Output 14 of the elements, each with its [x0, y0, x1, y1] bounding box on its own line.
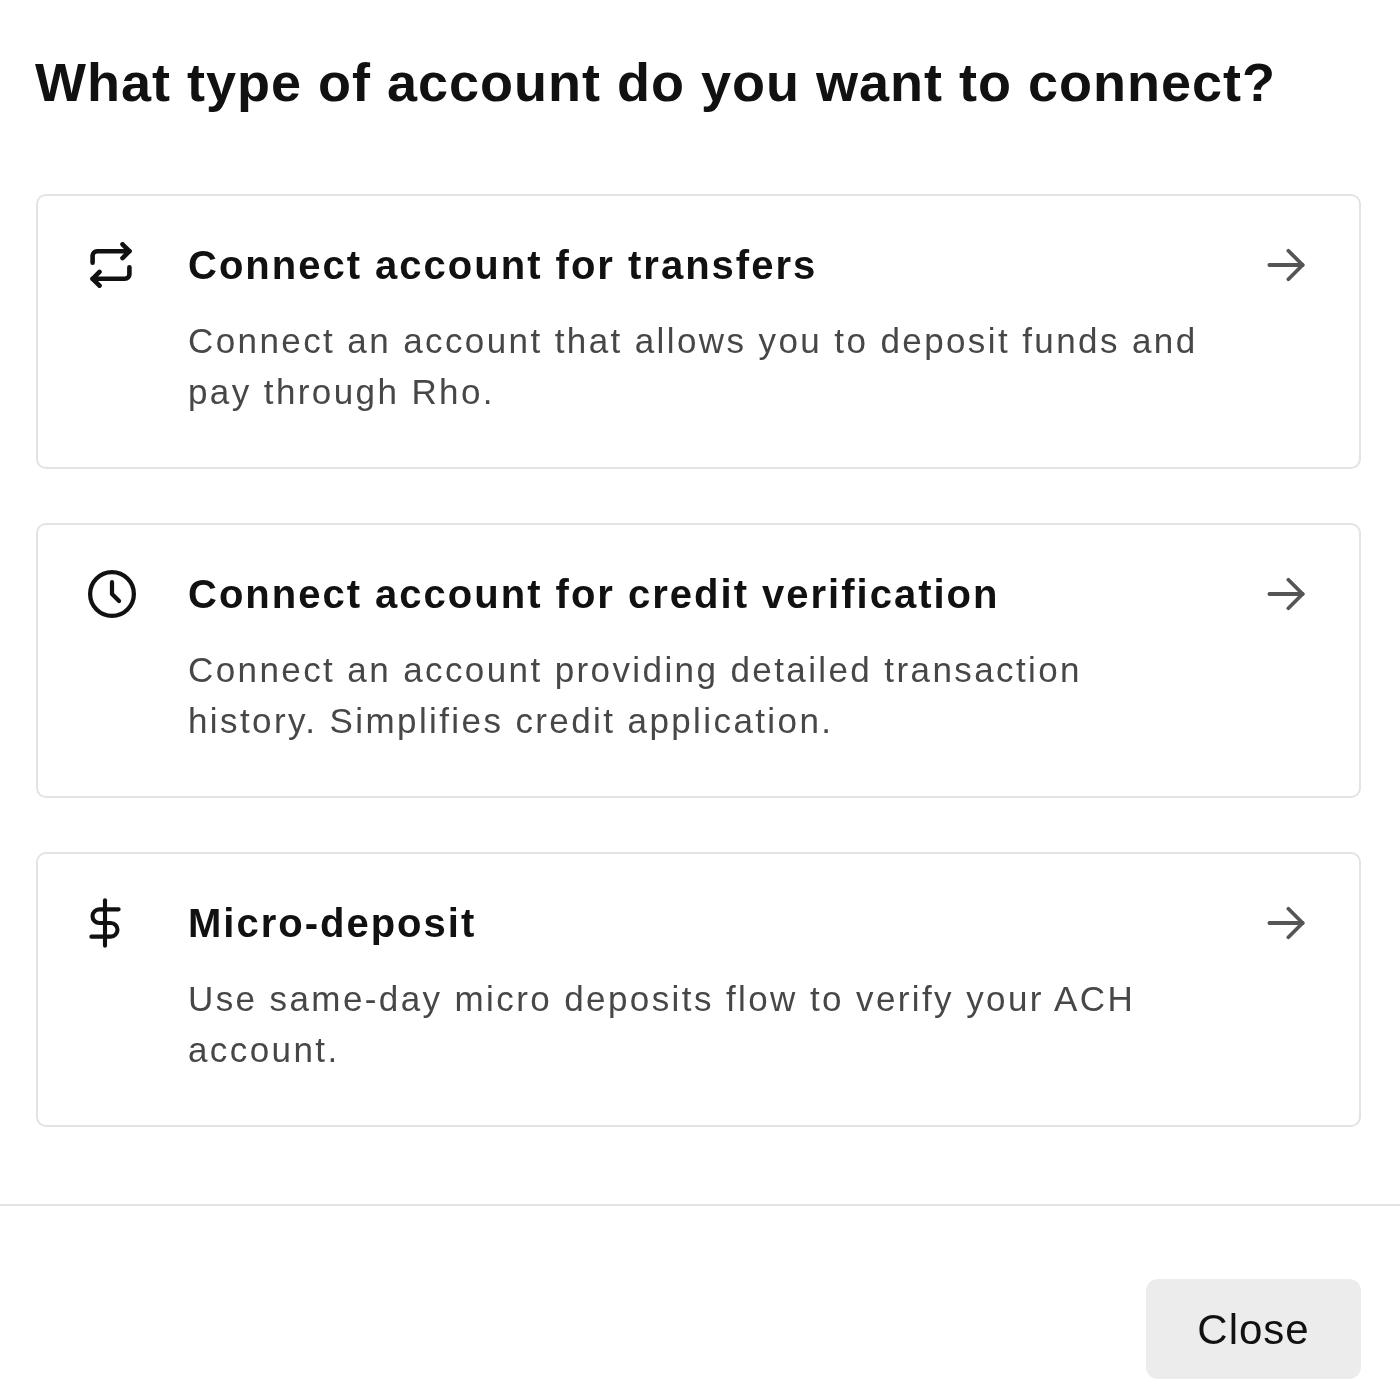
- option-description: Connect an account that allows you to deposit funds and pay through Rho.: [188, 320, 1199, 413]
- arrows-swap-icon: [88, 242, 134, 288]
- account-option-card[interactable]: Micro-deposit Use same-day micro deposits flow to verify your ACH account.: [36, 852, 1361, 1127]
- close-button[interactable]: Close: [1146, 1279, 1361, 1379]
- option-title: Connect account for credit verification: [188, 571, 1001, 617]
- option-description: Use same-day micro deposits flow to verify your ACH account.: [188, 978, 1137, 1071]
- account-option-card[interactable]: Connect account for transfers Connect an account that allows you to deposit funds and pay through Rho.: [36, 194, 1361, 469]
- option-title: Micro-deposit: [188, 900, 478, 946]
- option-description: Connect an account providing detailed transaction history. Simplifies credit application.: [188, 649, 1083, 742]
- clock-icon: [88, 570, 136, 618]
- option-title: Connect account for transfers: [188, 242, 819, 288]
- dollar-sign-icon: [88, 898, 122, 948]
- dialog-title: What type of account do you want to connect?: [35, 51, 1277, 114]
- account-option-card[interactable]: Connect account for credit verification Connect an account providing detailed transaction history. Simplifies credit application.: [36, 523, 1361, 798]
